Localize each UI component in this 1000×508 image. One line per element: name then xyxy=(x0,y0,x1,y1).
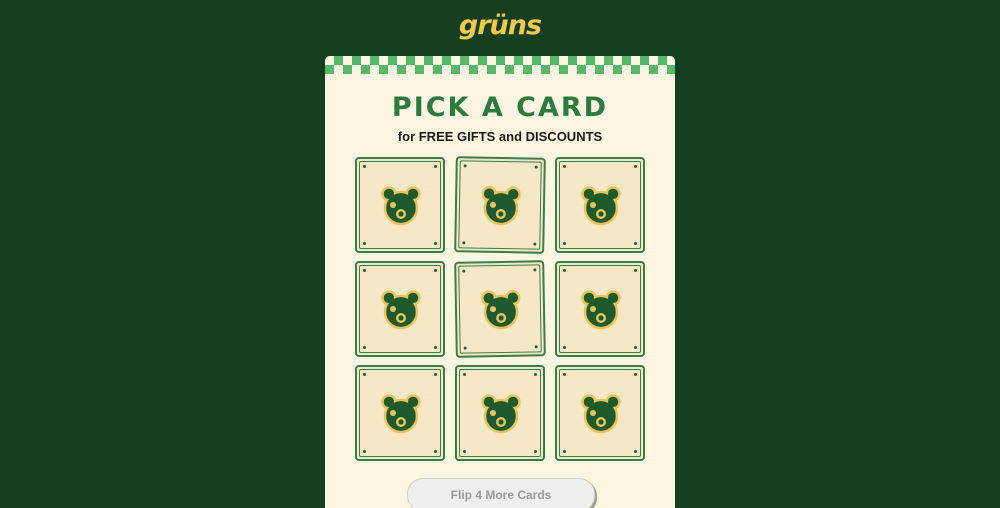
bear-icon xyxy=(579,287,623,331)
card-9[interactable] xyxy=(555,365,645,461)
card-corner-dot xyxy=(434,242,437,245)
page: grüns PICK A CARD for FREE GIFTS and DIS… xyxy=(0,0,1000,508)
card-corner-dot xyxy=(434,165,437,168)
card-corner-dot xyxy=(363,450,366,453)
card-corner-dot xyxy=(434,269,437,272)
gruns-logo: grüns xyxy=(458,10,542,41)
card-corner-dot xyxy=(363,165,366,168)
card-corner-dot xyxy=(463,373,466,376)
card-corner-dot xyxy=(534,450,537,453)
card-corner-dot xyxy=(563,269,566,272)
card-corner-dot xyxy=(463,164,467,168)
bear-icon xyxy=(379,391,423,435)
card-corner-dot xyxy=(463,450,466,453)
card-corner-dot xyxy=(563,165,566,168)
card-8[interactable] xyxy=(455,365,545,461)
card-4[interactable] xyxy=(355,261,445,357)
card-corner-dot xyxy=(363,242,366,245)
card-corner-dot xyxy=(563,450,566,453)
bear-icon xyxy=(579,183,623,227)
card-corner-dot xyxy=(363,346,366,349)
card-corner-dot xyxy=(634,242,637,245)
card-1[interactable] xyxy=(355,157,445,253)
card-corner-dot xyxy=(634,373,637,376)
card-2[interactable] xyxy=(454,156,546,254)
card-corner-dot xyxy=(563,373,566,376)
card-corner-dot xyxy=(563,242,566,245)
game-subtitle: for FREE GIFTS and DISCOUNTS xyxy=(397,129,603,144)
bear-icon xyxy=(479,183,524,228)
card-corner-dot xyxy=(463,346,467,350)
card-game-panel: PICK A CARD for FREE GIFTS and DISCOUNTS… xyxy=(325,56,675,508)
card-corner-dot xyxy=(434,373,437,376)
game-title: PICK A CARD xyxy=(391,92,609,123)
card-corner-dot xyxy=(634,346,637,349)
checker-border xyxy=(325,56,675,74)
card-corner-dot xyxy=(363,269,366,272)
bear-icon xyxy=(379,287,423,331)
card-corner-dot xyxy=(462,269,466,273)
card-grid xyxy=(355,156,645,461)
card-3[interactable] xyxy=(555,157,645,253)
card-6[interactable] xyxy=(555,261,645,357)
card-corner-dot xyxy=(533,242,537,246)
card-corner-dot xyxy=(634,269,637,272)
card-corner-dot xyxy=(634,165,637,168)
bear-icon xyxy=(379,183,423,227)
card-corner-dot xyxy=(534,165,538,169)
bear-icon xyxy=(579,391,623,435)
card-corner-dot xyxy=(534,345,538,349)
card-corner-dot xyxy=(434,450,437,453)
card-corner-dot xyxy=(534,373,537,376)
card-corner-dot xyxy=(363,373,366,376)
card-corner-dot xyxy=(434,346,437,349)
card-7[interactable] xyxy=(355,365,445,461)
card-corner-dot xyxy=(533,268,537,272)
bear-icon xyxy=(479,287,524,332)
card-corner-dot xyxy=(634,450,637,453)
card-corner-dot xyxy=(563,346,566,349)
bear-icon xyxy=(479,391,523,435)
card-5[interactable] xyxy=(454,260,546,358)
card-corner-dot xyxy=(462,241,466,245)
flip-more-cards-button[interactable]: Flip 4 More Cards xyxy=(407,478,595,508)
